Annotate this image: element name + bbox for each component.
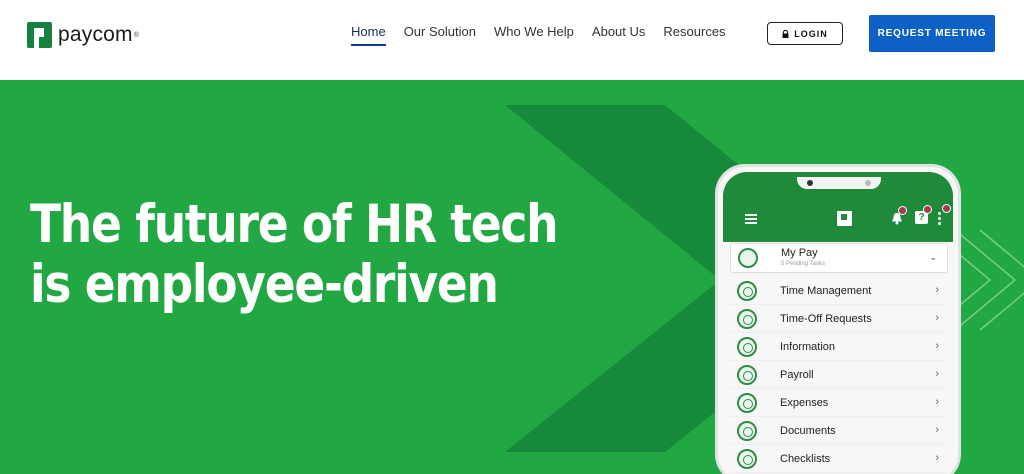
chevron-right-icon: ›: [935, 284, 939, 296]
paycom-logo-icon: [27, 22, 52, 48]
camera-icon: [807, 180, 813, 186]
brand-name: paycom: [58, 23, 133, 46]
hero-headline-line2: is employee-driven: [30, 254, 499, 315]
dollar-icon: [737, 365, 757, 385]
menu-item-label: Documents: [780, 425, 836, 437]
menu-item-expenses: Expenses ›: [730, 389, 948, 417]
menu-item-label: Expenses: [780, 397, 829, 409]
hamburger-menu-icon: [745, 214, 757, 226]
app-logo-icon: [837, 211, 852, 226]
hero-headline: The future of HR tech is employee-driven: [30, 194, 559, 315]
nav-about-us[interactable]: About Us: [592, 24, 645, 46]
chevron-right-icon: ›: [935, 424, 939, 436]
menu-item-label: Information: [780, 341, 836, 353]
hero-headline-line1: The future of HR tech: [30, 194, 559, 255]
registered-mark: ®: [133, 31, 139, 39]
more-vertical-icon: [938, 212, 941, 227]
chevron-right-icon: ›: [935, 312, 939, 324]
request-meeting-button[interactable]: REQUEST MEETING: [869, 15, 995, 52]
menu-item-payroll: Payroll ›: [730, 361, 948, 389]
menu-item-checklists: Checklists ›: [730, 445, 948, 473]
chevron-right-icon: ›: [935, 396, 939, 408]
nav-who-we-help[interactable]: Who We Help: [494, 24, 574, 46]
calendar-icon: [737, 309, 757, 329]
chevron-right-icon: ›: [935, 368, 939, 380]
menu-item-documents: Documents ›: [730, 417, 948, 445]
chevron-right-icon: ›: [935, 452, 939, 464]
phone-mockup: ? My Pay 5 Pending Tasks ⌄ Time Manageme…: [715, 164, 961, 474]
menu-item-time-off-requests: Time-Off Requests ›: [730, 305, 948, 333]
sensor-icon: [865, 180, 871, 186]
nav-home[interactable]: Home: [351, 24, 386, 46]
notification-badge: [898, 206, 907, 215]
paycom-logo[interactable]: paycom ®: [27, 20, 139, 50]
lock-icon: [782, 29, 789, 38]
menu-item-label: Time Management: [780, 285, 872, 297]
site-header: paycom ® Home Our Solution Who We Help Ab…: [0, 0, 1024, 80]
menu-item-label: Time-Off Requests: [780, 313, 872, 325]
checklist-icon: [737, 449, 757, 469]
nav-our-solution[interactable]: Our Solution: [404, 24, 476, 46]
clock-icon: [737, 281, 757, 301]
menu-item-information: Information ›: [730, 333, 948, 361]
request-meeting-label: REQUEST MEETING: [877, 28, 987, 39]
menu-item-label: Payroll: [780, 369, 814, 381]
app-header: ?: [723, 172, 953, 242]
menu-item-time-management: Time Management ›: [730, 277, 948, 305]
menu-item-label: Checklists: [780, 453, 831, 465]
card-icon: [737, 393, 757, 413]
more-badge: [942, 204, 951, 213]
chevron-right-icon: ›: [935, 340, 939, 352]
my-pay-card: My Pay 5 Pending Tasks ⌄: [730, 243, 948, 273]
my-pay-subtitle: 5 Pending Tasks: [781, 261, 825, 267]
app-menu: Time Management › Time-Off Requests › In…: [730, 277, 948, 473]
document-icon: [737, 421, 757, 441]
phone-notch: [797, 177, 881, 189]
chevron-down-icon: ⌄: [929, 252, 937, 262]
nav-resources[interactable]: Resources: [663, 24, 725, 46]
hero-banner: The future of HR tech is employee-driven…: [0, 80, 1024, 474]
my-pay-label: My Pay: [781, 247, 818, 259]
main-nav: Home Our Solution Who We Help About Us R…: [351, 24, 744, 46]
info-icon: [737, 337, 757, 357]
login-label: LOGIN: [794, 28, 828, 39]
money-icon: [738, 248, 758, 268]
login-button[interactable]: LOGIN: [767, 22, 843, 45]
help-badge: [923, 205, 932, 214]
